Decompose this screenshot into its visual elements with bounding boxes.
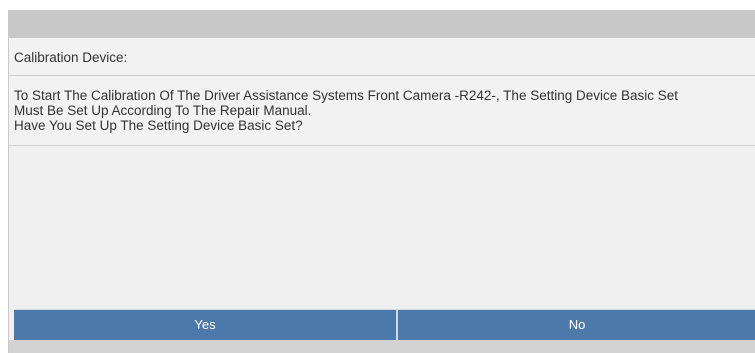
dialog-title-bar [9,11,755,38]
device-row: Calibration Device: [9,38,755,76]
message-block: To Start The Calibration Of The Driver A… [9,76,755,146]
calibration-device-label: Calibration Device: [14,50,128,65]
message-line-3: Have You Set Up The Setting Device Basic… [14,118,303,133]
message-line-2: Must Be Set Up According To The Repair M… [14,103,312,118]
no-button[interactable]: No [398,310,755,340]
button-bar: Yes No [14,309,755,340]
content-area [9,146,755,309]
yes-button[interactable]: Yes [14,310,396,340]
calibration-dialog: Calibration Device: To Start The Calibra… [8,10,755,353]
bottom-strip [9,340,755,353]
message-line-1: To Start The Calibration Of The Driver A… [14,88,679,103]
